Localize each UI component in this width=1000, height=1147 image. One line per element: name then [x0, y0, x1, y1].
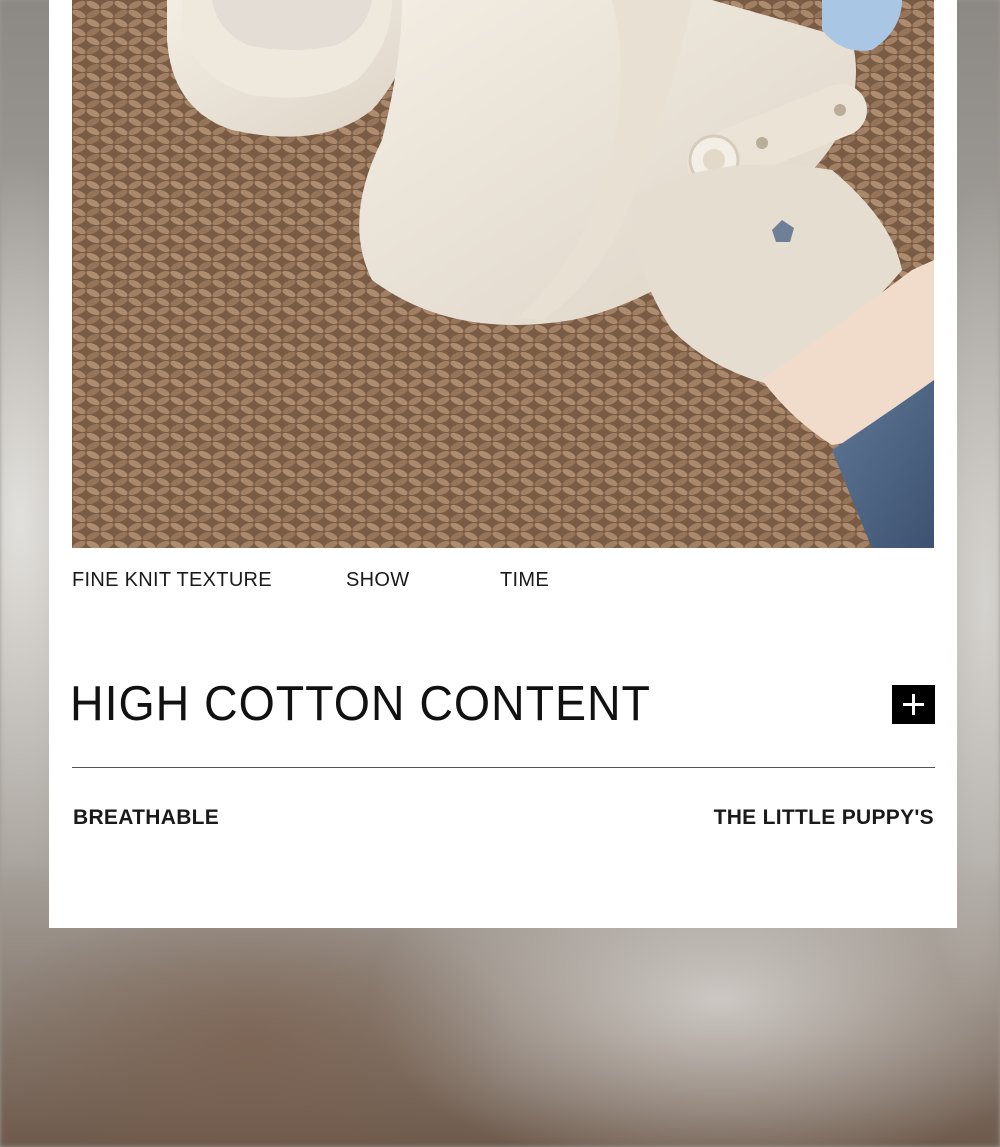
plus-icon [903, 694, 924, 715]
zigzag-edge [49, 913, 957, 927]
feature-little-puppy: THE LITTLE PUPPY'S [713, 806, 934, 829]
section-headline: HIGH COTTON CONTENT [70, 677, 651, 731]
expand-button[interactable] [892, 685, 935, 724]
caption-time: TIME [500, 569, 549, 591]
section-divider [72, 767, 935, 768]
caption-show: SHOW [346, 569, 410, 591]
product-photo [72, 0, 934, 548]
caption-fine-knit-texture: FINE KNIT TEXTURE [72, 569, 272, 591]
feature-breathable: BREATHABLE [73, 806, 220, 829]
